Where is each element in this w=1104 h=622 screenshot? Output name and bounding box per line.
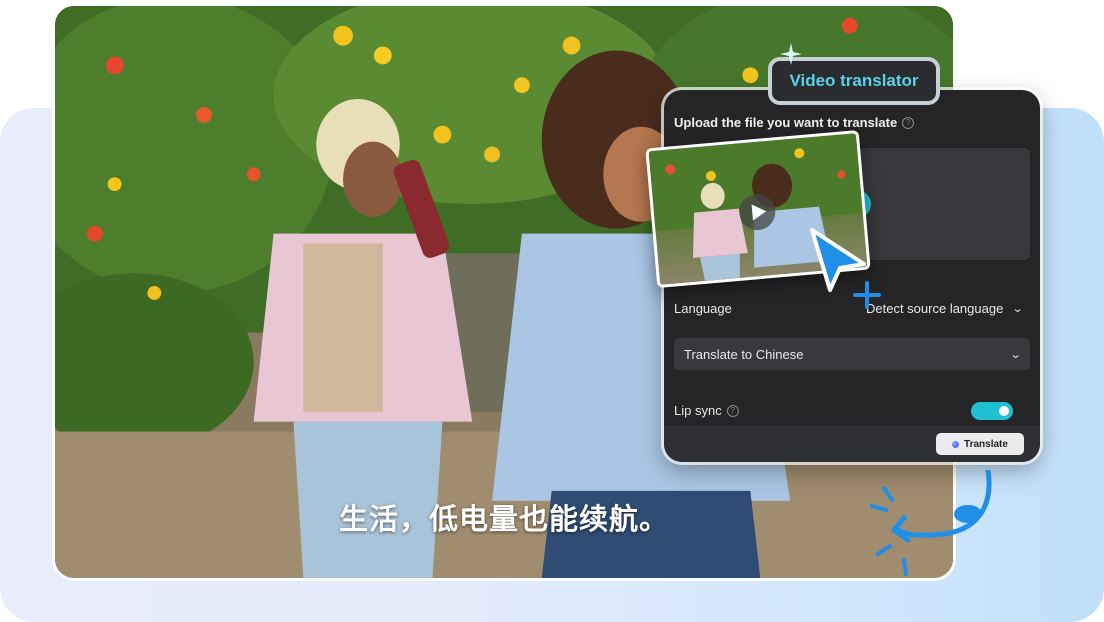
translate-button[interactable]: Translate bbox=[936, 433, 1024, 455]
lip-sync-label-text: Lip sync bbox=[674, 403, 722, 418]
target-language-select[interactable]: Translate to Chinese ⌄ bbox=[674, 338, 1030, 370]
subtitle-caption: 生活，低电量也能续航。 bbox=[338, 502, 669, 536]
chevron-down-icon: ⌄ bbox=[1009, 348, 1022, 361]
lip-sync-toggle[interactable] bbox=[971, 402, 1013, 420]
decorative-arrow bbox=[870, 470, 992, 576]
lip-sync-label: Lip sync ? bbox=[674, 403, 739, 418]
plus-sparkle-icon bbox=[853, 281, 881, 309]
target-language-value: Translate to Chinese bbox=[684, 346, 804, 362]
help-circle-icon[interactable]: ? bbox=[902, 116, 915, 129]
language-label: Language bbox=[674, 301, 732, 316]
upload-label-text: Upload the file you want to translate bbox=[674, 115, 898, 130]
source-language-select[interactable]: Detect source language ⌄ bbox=[866, 301, 1024, 316]
badge-label: Video translator bbox=[789, 71, 919, 90]
help-circle-icon[interactable]: ? bbox=[726, 404, 739, 417]
toggle-knob bbox=[999, 406, 1009, 416]
source-language-value: Detect source language bbox=[866, 301, 1004, 316]
sparkle-icon bbox=[780, 43, 802, 65]
ai-dot-icon bbox=[952, 440, 960, 448]
translate-button-label: Translate bbox=[964, 438, 1008, 450]
chevron-down-icon: ⌄ bbox=[1011, 303, 1024, 315]
upload-label: Upload the file you want to translate ? bbox=[674, 115, 915, 130]
